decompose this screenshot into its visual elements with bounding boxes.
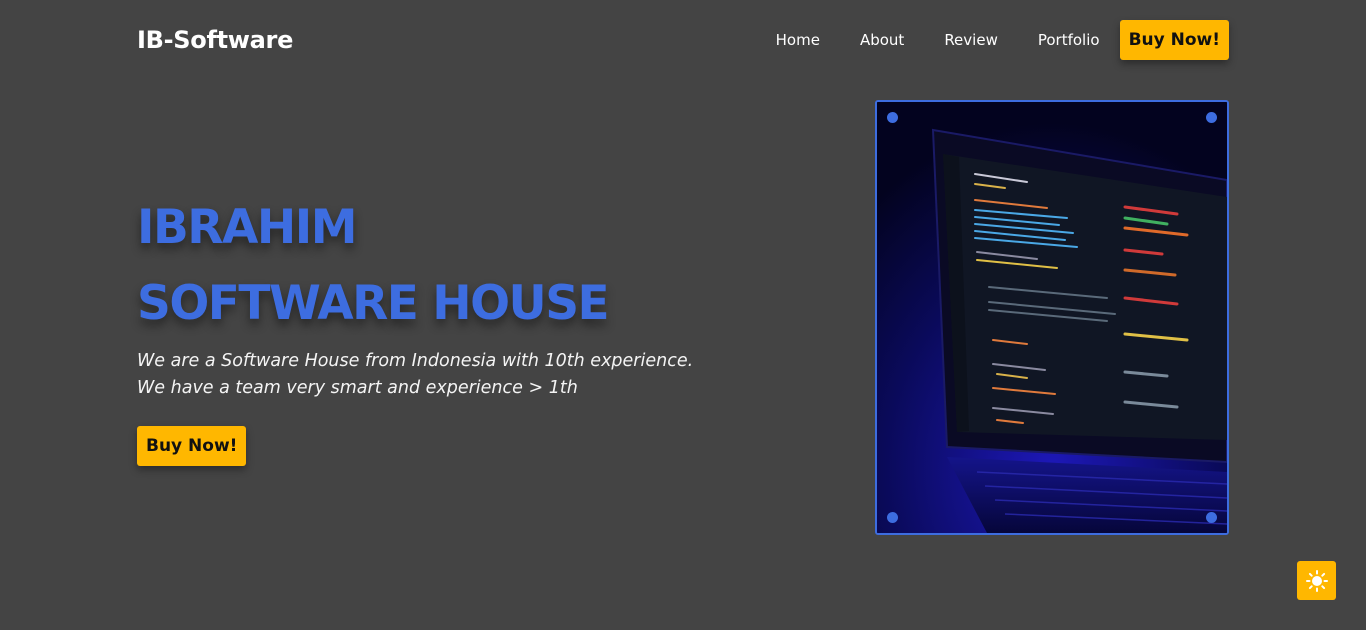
hero-description-line1: We are a Software House from Indonesia w… xyxy=(137,351,694,371)
sun-icon xyxy=(1305,569,1328,592)
corner-dot-top-right xyxy=(1206,112,1217,123)
hero-description: We are a Software House from Indonesia w… xyxy=(137,348,837,402)
navbar: IB-Software Home About Review Portfolio … xyxy=(137,20,1229,60)
nav-link-portfolio[interactable]: Portfolio xyxy=(1038,31,1100,49)
hero-title-line2: SOFTWARE HOUSE xyxy=(137,276,610,331)
corner-dot-bottom-right xyxy=(1206,512,1217,523)
laptop-code-illustration xyxy=(877,102,1227,533)
corner-dot-top-left xyxy=(887,112,898,123)
nav-buy-now-button[interactable]: Buy Now! xyxy=(1119,20,1229,60)
hero-section: IBRAHIM SOFTWARE HOUSE We are a Software… xyxy=(137,190,837,466)
hero-description-line2: We have a team very smart and experience… xyxy=(137,378,578,398)
nav-link-review[interactable]: Review xyxy=(944,31,998,49)
corner-dot-bottom-left xyxy=(887,512,898,523)
hero-buy-now-button[interactable]: Buy Now! xyxy=(137,426,247,466)
hero-title: IBRAHIM SOFTWARE HOUSE xyxy=(137,190,837,342)
hero-title-line1: IBRAHIM xyxy=(137,200,357,255)
theme-toggle-button[interactable] xyxy=(1297,561,1336,600)
nav-links: Home About Review Portfolio Buy Now! xyxy=(776,20,1229,60)
brand-logo[interactable]: IB-Software xyxy=(137,26,293,54)
hero-image xyxy=(875,100,1229,535)
nav-link-about[interactable]: About xyxy=(860,31,904,49)
nav-link-home[interactable]: Home xyxy=(776,31,820,49)
